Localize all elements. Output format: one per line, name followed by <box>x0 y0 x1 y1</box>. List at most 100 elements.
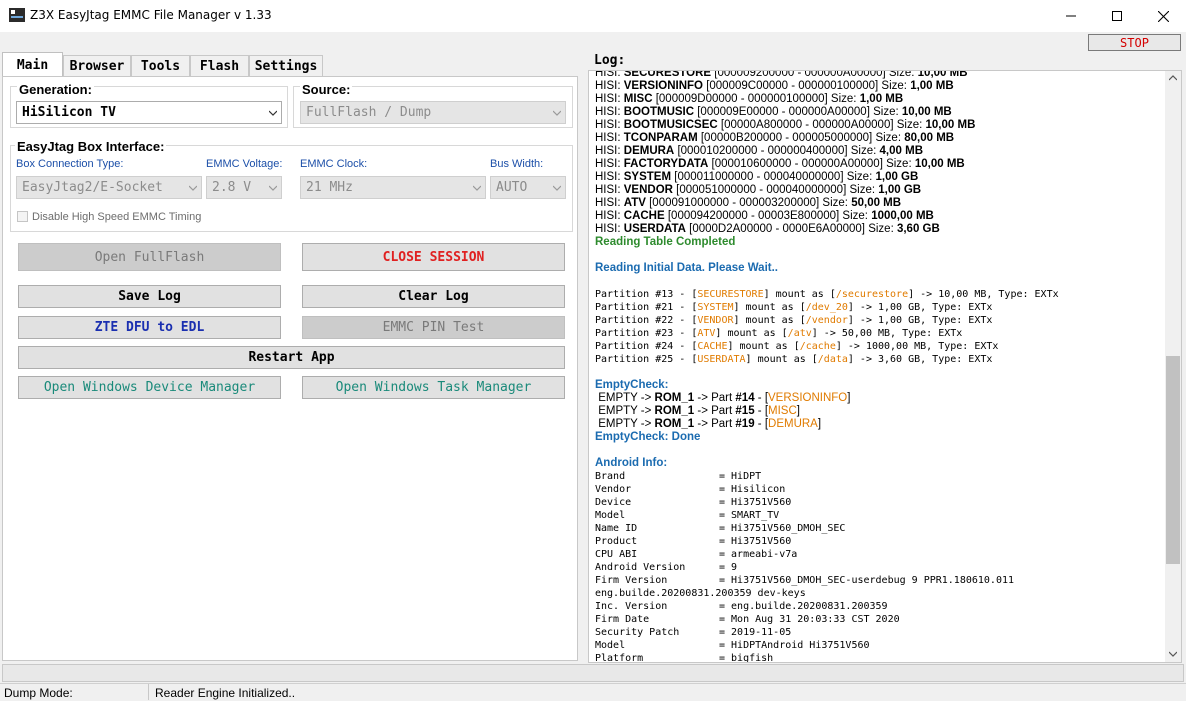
log-android-info-line: Security Patch = 2019-11-05 <box>595 626 1165 639</box>
log-empty-rom: ROM_1 <box>654 418 695 430</box>
log-size-label: Size: <box>846 184 879 196</box>
generation-select[interactable]: HiSilicon TV <box>16 101 282 124</box>
log-android-info-line: Brand = HiDPT <box>595 470 1165 483</box>
log-partition-size: 10,00 MB <box>901 106 952 118</box>
log-partition-range: [0000D2A00000 - 0000E6A00000] <box>685 223 865 235</box>
log-info-value: = bigfish <box>719 653 774 663</box>
log-size-label: Size: <box>819 197 852 209</box>
log-reading-table-completed: Reading Table Completed <box>595 236 1165 249</box>
log-blank-line <box>595 275 1165 288</box>
tab-main[interactable]: Main <box>2 52 63 77</box>
source-select[interactable]: FullFlash / Dump <box>300 101 566 124</box>
log-info-key: Product <box>595 536 638 547</box>
log-mount-name: CACHE <box>697 341 728 352</box>
log-partition-size: 1,00 GB <box>878 184 922 196</box>
emmc-voltage-value: 2.8 V <box>212 180 252 195</box>
log-android-info-line: Firm Date = Mon Aug 31 20:03:33 CST 2020 <box>595 613 1165 626</box>
source-value: FullFlash / Dump <box>306 105 432 120</box>
log-partition-line: HISI: USERDATA [0000D2A00000 - 0000E6A00… <box>595 223 1165 236</box>
tab-tools[interactable]: Tools <box>131 55 190 77</box>
log-info-key: Inc. Version <box>595 601 668 612</box>
log-partition-size: 50,00 MB <box>851 197 902 209</box>
log-size-label: Size: <box>878 80 911 92</box>
status-message: Reader Engine Initialized.. <box>155 686 296 700</box>
emmc-clock-select[interactable]: 21 MHz <box>300 176 486 199</box>
stop-button[interactable]: STOP <box>1088 34 1181 51</box>
log-empty-check-done: EmptyCheck: Done <box>595 431 1165 444</box>
log-mount-tail: ] -> 10,00 MB, Type: EXTx <box>908 289 1059 300</box>
log-size-label: Size: <box>885 70 918 79</box>
maximize-icon <box>1112 11 1122 21</box>
restart-app-button[interactable]: Restart App <box>18 346 565 369</box>
close-window-button[interactable] <box>1140 0 1186 32</box>
chevron-down-icon <box>269 110 277 116</box>
open-device-manager-button[interactable]: Open Windows Device Manager <box>18 376 281 399</box>
log-mount-part: Partition #25 - [ <box>595 354 698 365</box>
log-mount-mid: ] mount as [ <box>733 315 806 326</box>
log-partition-line: HISI: VENDOR [000051000000 - 00004000000… <box>595 184 1165 197</box>
log-partition-range: [00000A800000 - 000000A00000] <box>717 119 894 131</box>
log-scrollbar-thumb[interactable] <box>1166 356 1180 564</box>
log-size-label: Size: <box>839 210 872 222</box>
log-size-label: Size: <box>843 171 876 183</box>
app-icon <box>9 8 25 22</box>
title-bar: Z3X EasyJtag EMMC File Manager v 1.33 <box>0 0 1186 32</box>
log-info-key: Vendor <box>595 484 632 495</box>
log-info-value: = Mon Aug 31 20:03:33 CST 2020 <box>719 614 900 625</box>
tab-browser[interactable]: Browser <box>63 55 131 77</box>
emmc-clock-label: EMMC Clock: <box>300 158 368 170</box>
save-log-button[interactable]: Save Log <box>18 285 281 308</box>
log-mount-path: /cache <box>799 341 836 352</box>
clear-log-button[interactable]: Clear Log <box>302 285 565 308</box>
log-mount-tail: ] -> 1,00 GB, Type: EXTx <box>847 302 993 313</box>
log-info-value: = HiDPTAndroid Hi3751V560 <box>719 640 870 651</box>
log-empty-name: MISC <box>768 405 797 417</box>
emmc-pin-test-button[interactable]: EMMC PIN Test <box>302 316 565 339</box>
log-status-text: Reading Table Completed <box>595 236 736 248</box>
bus-width-select[interactable]: AUTO <box>490 176 566 199</box>
window-title: Z3X EasyJtag EMMC File Manager v 1.33 <box>30 8 272 22</box>
log-partition-line: HISI: SYSTEM [000011000000 - 00004000000… <box>595 171 1165 184</box>
disable-high-speed-checkbox[interactable] <box>17 211 28 222</box>
log-partition-size: 1,00 GB <box>875 171 919 183</box>
tab-settings[interactable]: Settings <box>249 55 323 77</box>
zte-dfu-button[interactable]: ZTE DFU to EDL <box>18 316 281 339</box>
log-prefix: HISI: <box>595 184 624 196</box>
maximize-button[interactable] <box>1094 0 1140 32</box>
log-prefix: HISI: <box>595 145 624 157</box>
log-mount-name: SYSTEM <box>697 302 734 313</box>
box-connection-select[interactable]: EasyJtag2/E-Socket <box>16 176 202 199</box>
log-android-info-line: Firm Version = Hi3751V560_DMOH_SEC-userde… <box>595 574 1165 587</box>
log-partition-name: SECURESTORE <box>623 70 712 79</box>
log-mount-line: Partition #25 - [USERDATA] mount as [/da… <box>595 353 1165 366</box>
chevron-down-icon <box>1169 651 1177 657</box>
dump-mode-label: Dump Mode: <box>4 686 73 700</box>
chevron-down-icon <box>553 110 561 116</box>
log-info-key: Firm Date <box>595 614 650 625</box>
open-fullflash-button[interactable]: Open FullFlash <box>18 243 281 271</box>
box-interface-label: EasyJtag Box Interface: <box>15 139 167 154</box>
status-divider <box>148 684 149 700</box>
log-partition-name: USERDATA <box>623 223 686 235</box>
emmc-voltage-select[interactable]: 2.8 V <box>206 176 282 199</box>
log-partition-line: HISI: BOOTMUSIC [000009E00000 - 000000A0… <box>595 106 1165 119</box>
chevron-up-icon <box>1169 75 1177 81</box>
log-size-label: Size: <box>869 106 902 118</box>
log-empty-pre: EMPTY -> <box>595 418 655 430</box>
close-session-button[interactable]: CLOSE SESSION <box>302 243 565 271</box>
log-mount-line: Partition #23 - [ATV] mount as [/atv] ->… <box>595 327 1165 340</box>
bus-width-value: AUTO <box>496 180 528 195</box>
log-prefix: HISI: <box>595 132 624 144</box>
tab-flash[interactable]: Flash <box>190 55 249 77</box>
log-info-key: eng.builde.20200831.200359 dev-keys <box>595 588 806 599</box>
log-status-text: Reading Initial Data. Please Wait.. <box>595 262 778 274</box>
open-task-manager-button[interactable]: Open Windows Task Manager <box>302 376 565 399</box>
log-empty-name: DEMURA <box>768 418 818 430</box>
log-partition-line: HISI: TCONPARAM [00000B200000 - 00000500… <box>595 132 1165 145</box>
minimize-button[interactable] <box>1048 0 1094 32</box>
log-empty-end: ] <box>796 405 800 417</box>
box-connection-label: Box Connection Type: <box>16 158 124 170</box>
log-partition-range: [00000B200000 - 000005000000] <box>697 132 873 144</box>
log-panel[interactable]: HISI: SECURESTORE [000009200000 - 000000… <box>588 70 1182 663</box>
log-empty-check-line: EMPTY -> ROM_1 -> Part #15 - [MISC] <box>595 405 1165 418</box>
